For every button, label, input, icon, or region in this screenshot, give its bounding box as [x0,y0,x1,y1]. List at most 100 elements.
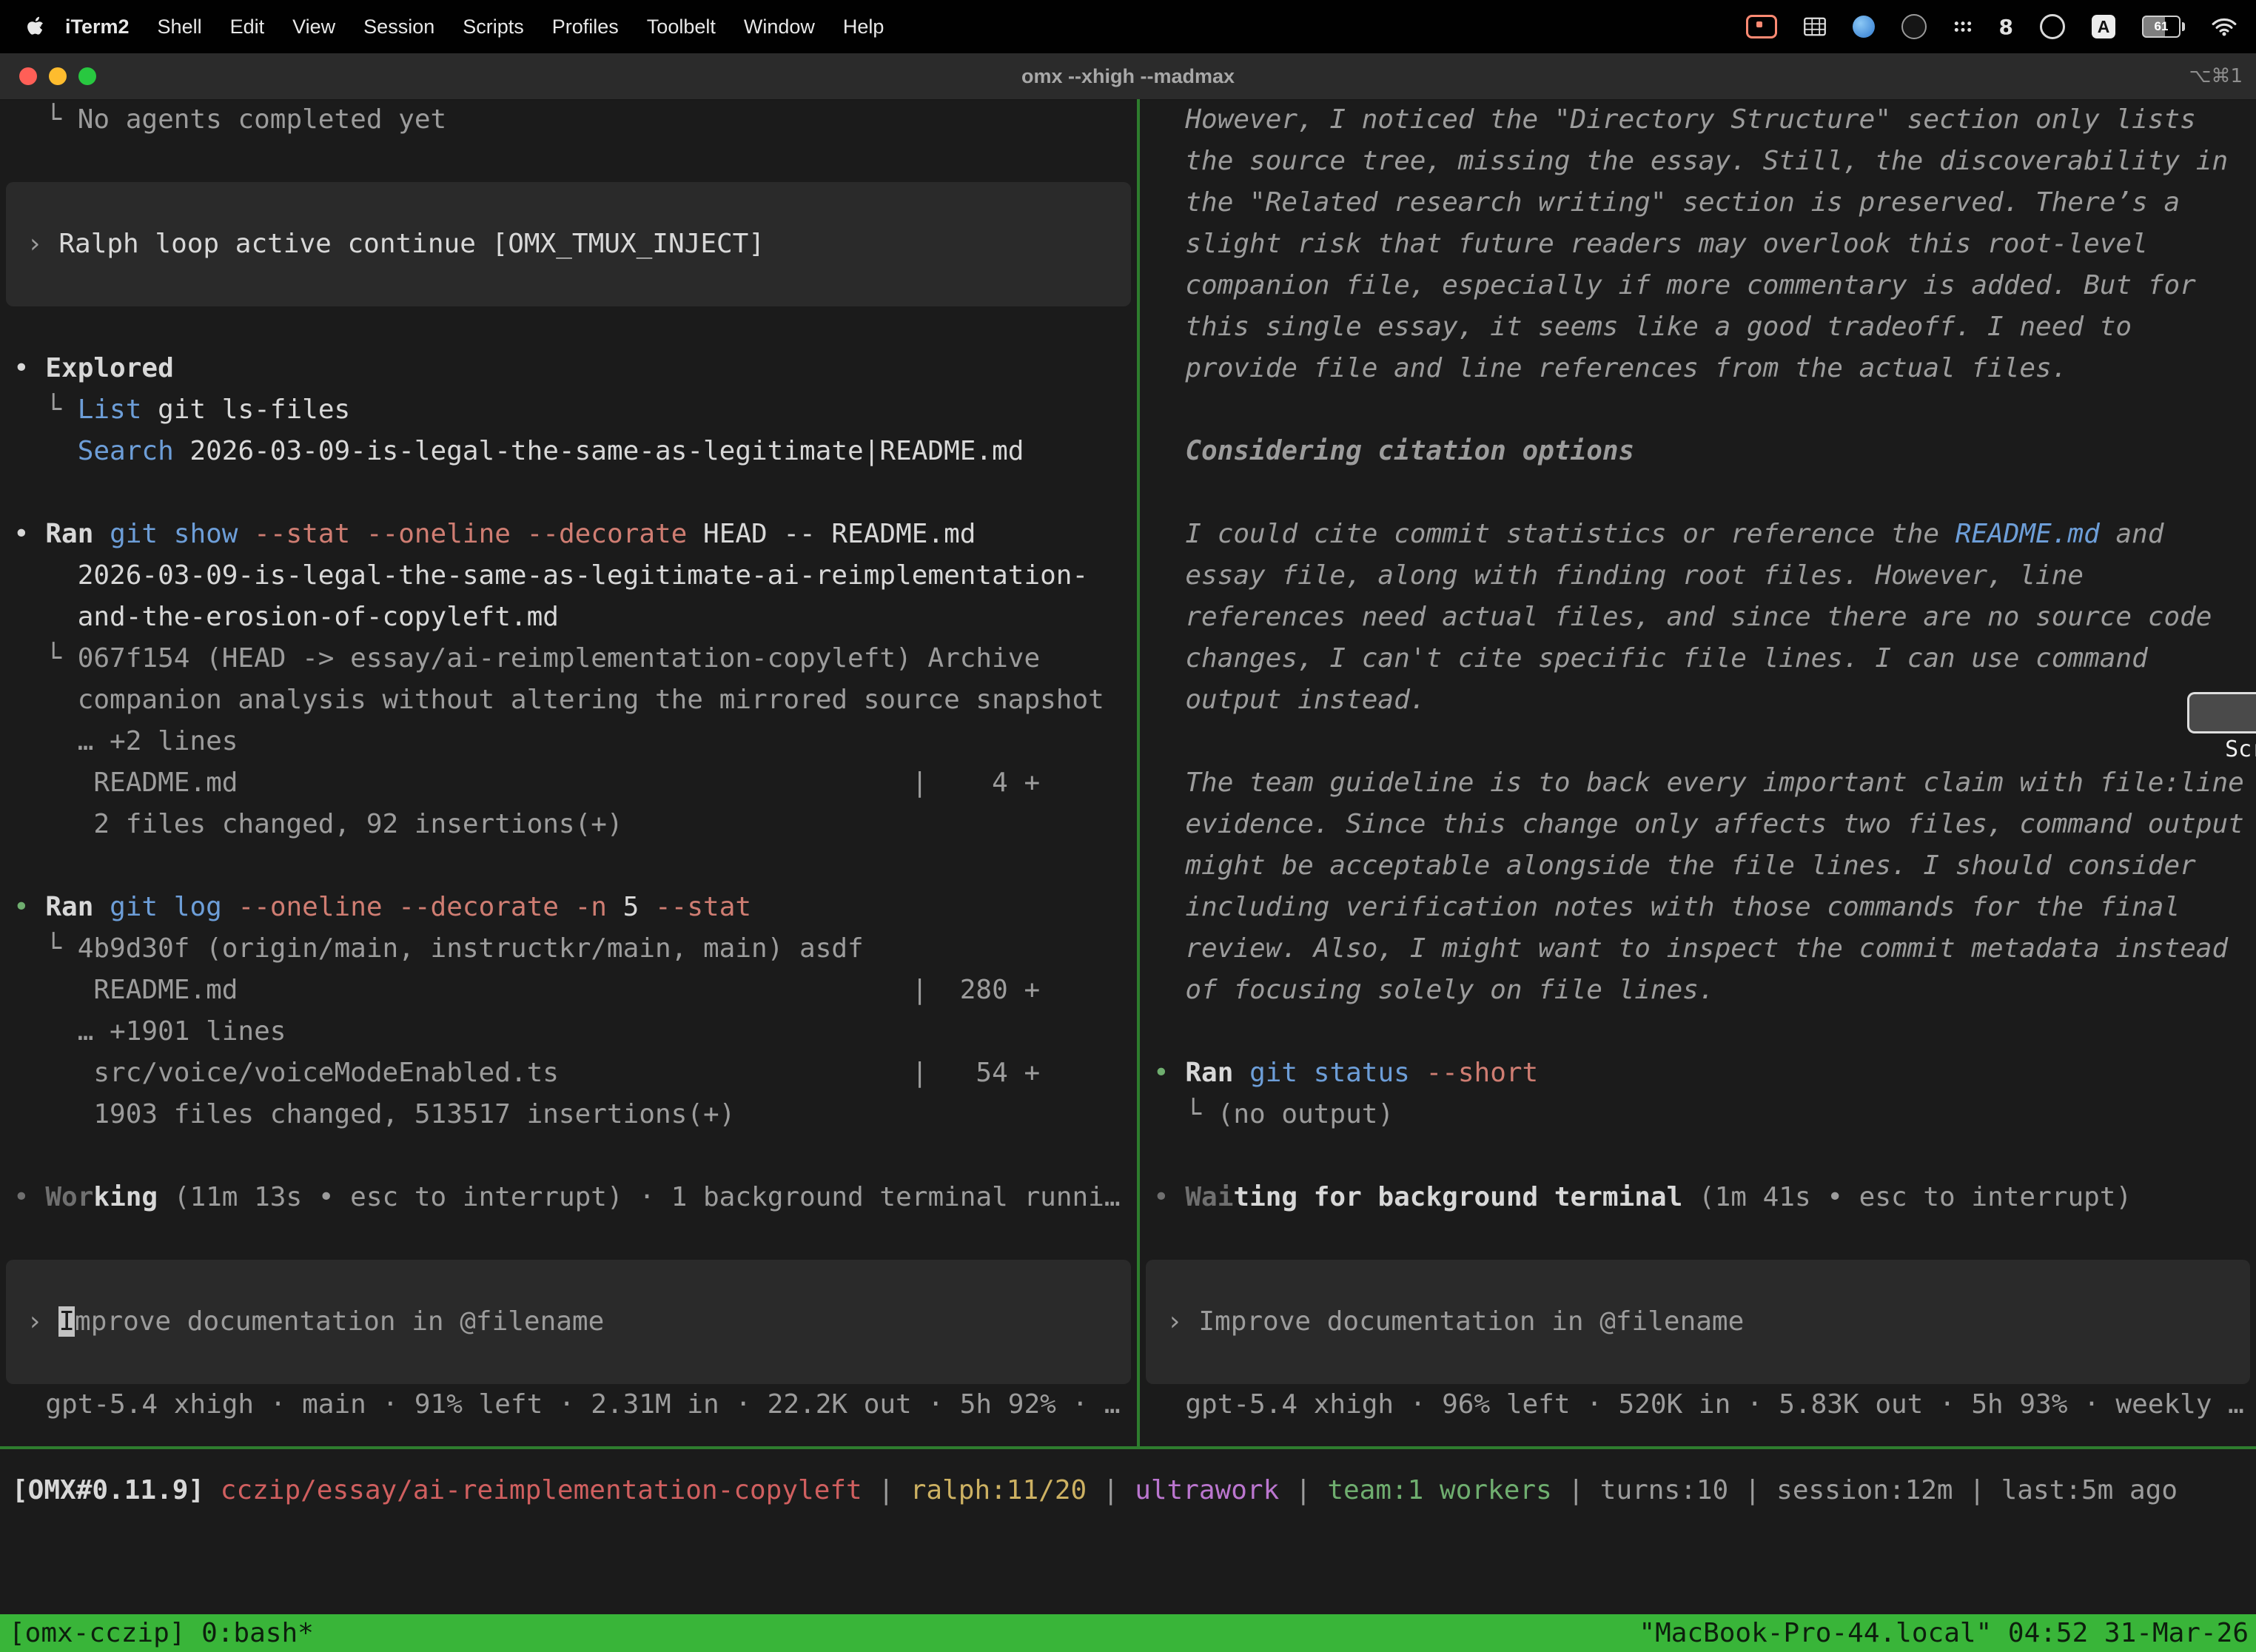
terminal-line: companion file, especially if more comme… [1140,265,2256,306]
terminal-line: this single essay, it seems like a good … [1140,306,2256,348]
terminal-line: … +2 lines [0,721,1137,762]
terminal-line [1140,1135,2256,1177]
terminal-line: gpt-5.4 xhigh · 96% left · 520K in · 5.8… [1140,1384,2256,1426]
injected-prompt-banner: › Ralph loop active continue [OMX_TMUX_I… [6,182,1131,306]
terminal-line [0,306,1137,348]
circular-app-icon[interactable] [2040,14,2065,39]
terminal-line: the source tree, missing the essay. Stil… [1140,141,2256,182]
menu-items: ShellEditViewSessionScriptsProfilesToolb… [144,16,899,38]
screen-share-overlay-label: Scre [2225,736,2256,762]
terminal-line: provide file and line references from th… [1140,348,2256,389]
menu-item-shell[interactable]: Shell [144,16,216,38]
dots-grid-icon[interactable] [1953,19,1973,35]
screen-share-overlay: Scre [2187,692,2256,733]
prompt-input-line: › Improve documentation in @filename [6,1301,1131,1343]
terminal-line: └ 4b9d30f (origin/main, instructkr/main,… [0,928,1137,970]
terminal-line: The team guideline is to back every impo… [1140,762,2256,804]
terminal-line: 1903 files changed, 513517 insertions(+) [0,1094,1137,1135]
menu-item-session[interactable]: Session [349,16,449,38]
dark-app-icon[interactable] [1901,14,1927,39]
terminal-line: • Ran git status --short [1140,1052,2256,1094]
terminal-line [1140,1011,2256,1052]
tmux-status-bar: [omx-cczip] 0:bash* "MacBook-Pro-44.loca… [0,1614,2256,1652]
terminal-line: the "Related research writing" section i… [1140,182,2256,224]
menu-item-edit[interactable]: Edit [216,16,279,38]
macos-menu-bar: iTerm2 ShellEditViewSessionScriptsProfil… [0,0,2256,53]
terminal-panes: └ No agents completed yet › Ralph loop ac… [0,99,2256,1446]
terminal-line: I could cite commit statistics or refere… [1140,514,2256,555]
menu-item-view[interactable]: View [278,16,349,38]
terminal-line: • Ran git show --stat --oneline --decora… [0,514,1137,555]
terminal-line: src/voice/voiceModeEnabled.ts | 54 + [0,1052,1137,1094]
window-title: omx --xhigh --madmax [0,65,2256,88]
menu-bar-status-icons: 8 A 61 [1746,14,2256,39]
menu-item-profiles[interactable]: Profiles [538,16,633,38]
input-source-icon[interactable]: A [2092,15,2115,38]
terminal-line: … +1901 lines [0,1011,1137,1052]
window-title-bar: omx --xhigh --madmax ⌥⌘1 [0,53,2256,100]
terminal-line: • Explored [0,348,1137,389]
terminal-line [0,472,1137,514]
terminal-line: • Ran git log --oneline --decorate -n 5 … [0,887,1137,928]
tmux-host-clock: "MacBook-Pro-44.local" 04:52 31-Mar-26 [1639,1618,2256,1648]
terminal-line: might be acceptable alongside the file l… [1140,845,2256,887]
terminal-line: └ No agents completed yet [0,99,1137,141]
terminal-line: Search 2026-03-09-is-legal-the-same-as-l… [0,431,1137,472]
right-terminal-pane[interactable]: However, I noticed the "Directory Struct… [1140,99,2256,1446]
tmux-session-window[interactable]: [omx-cczip] 0:bash* [0,1618,314,1648]
menu-item-scripts[interactable]: Scripts [449,16,538,38]
terminal-line: • Waiting for background terminal (1m 41… [1140,1177,2256,1218]
blue-app-icon[interactable] [1853,16,1875,38]
left-terminal-pane[interactable]: └ No agents completed yet › Ralph loop ac… [0,99,1137,1446]
apple-icon [25,16,44,38]
terminal-line [1140,472,2256,514]
omx-status-line: [OMX#0.11.9] cczip/essay/ai-reimplementa… [0,1470,2256,1511]
terminal-line: essay file, along with finding root file… [1140,555,2256,597]
battery-percent: 61 [2155,19,2169,34]
menu-item-toolbelt[interactable]: Toolbelt [633,16,730,38]
terminal-line: changes, I can't cite specific file line… [1140,638,2256,679]
terminal-line [0,1135,1137,1177]
terminal-line: 2026-03-09-is-legal-the-same-as-legitima… [0,555,1137,597]
terminal-line: references need actual files, and since … [1140,597,2256,638]
terminal-line: README.md | 4 + [0,762,1137,804]
grid-icon[interactable] [1804,17,1826,36]
terminal-line: › Ralph loop active continue [OMX_TMUX_I… [6,224,1131,265]
wifi-icon[interactable] [2212,16,2237,37]
terminal-line: output instead. [1140,679,2256,721]
apple-menu[interactable] [25,16,44,38]
terminal-line: Considering citation options [1140,431,2256,472]
terminal-line [1140,389,2256,431]
prompt-input[interactable]: › Improve documentation in @filename [1146,1260,2250,1384]
terminal-line [0,141,1137,182]
terminal-line: 2 files changed, 92 insertions(+) [0,804,1137,845]
terminal-line [1140,721,2256,762]
window-shortcut-badge: ⌥⌘1 [2189,65,2243,87]
terminal-line: README.md | 280 + [0,970,1137,1011]
terminal-line: └ (no output) [1140,1094,2256,1135]
terminal-line: However, I noticed the "Directory Struct… [1140,99,2256,141]
terminal-line [0,845,1137,887]
terminal-line: including verification notes with those … [1140,887,2256,928]
prompt-input-line: › Improve documentation in @filename [1146,1301,2250,1343]
prompt-input[interactable]: › Improve documentation in @filename [6,1260,1131,1384]
terminal-line: gpt-5.4 xhigh · main · 91% left · 2.31M … [0,1384,1137,1426]
terminal-line: • Working (11m 13s • esc to interrupt) ·… [0,1177,1137,1218]
terminal-line: evidence. Since this change only affects… [1140,804,2256,845]
omx-status-pane: [OMX#0.11.9] cczip/essay/ai-reimplementa… [0,1449,2256,1614]
battery-icon[interactable]: 61 [2142,16,2185,38]
numeric-app-icon[interactable]: 8 [1999,15,2013,39]
terminal-line: of focusing solely on file lines. [1140,970,2256,1011]
terminal-line [0,1218,1137,1260]
terminal-line: └ List git ls-files [0,389,1137,431]
terminal-line: companion analysis without altering the … [0,679,1137,721]
terminal-line: review. Also, I might want to inspect th… [1140,928,2256,970]
screen-recording-indicator-icon[interactable] [1746,15,1777,38]
terminal-line: slight risk that future readers may over… [1140,224,2256,265]
terminal-line: └ 067f154 (HEAD -> essay/ai-reimplementa… [0,638,1137,679]
menu-item-iterm2[interactable]: iTerm2 [65,16,144,38]
menu-item-window[interactable]: Window [730,16,829,38]
menu-item-help[interactable]: Help [829,16,899,38]
terminal-line: and-the-erosion-of-copyleft.md [0,597,1137,638]
terminal-line [1140,1218,2256,1260]
